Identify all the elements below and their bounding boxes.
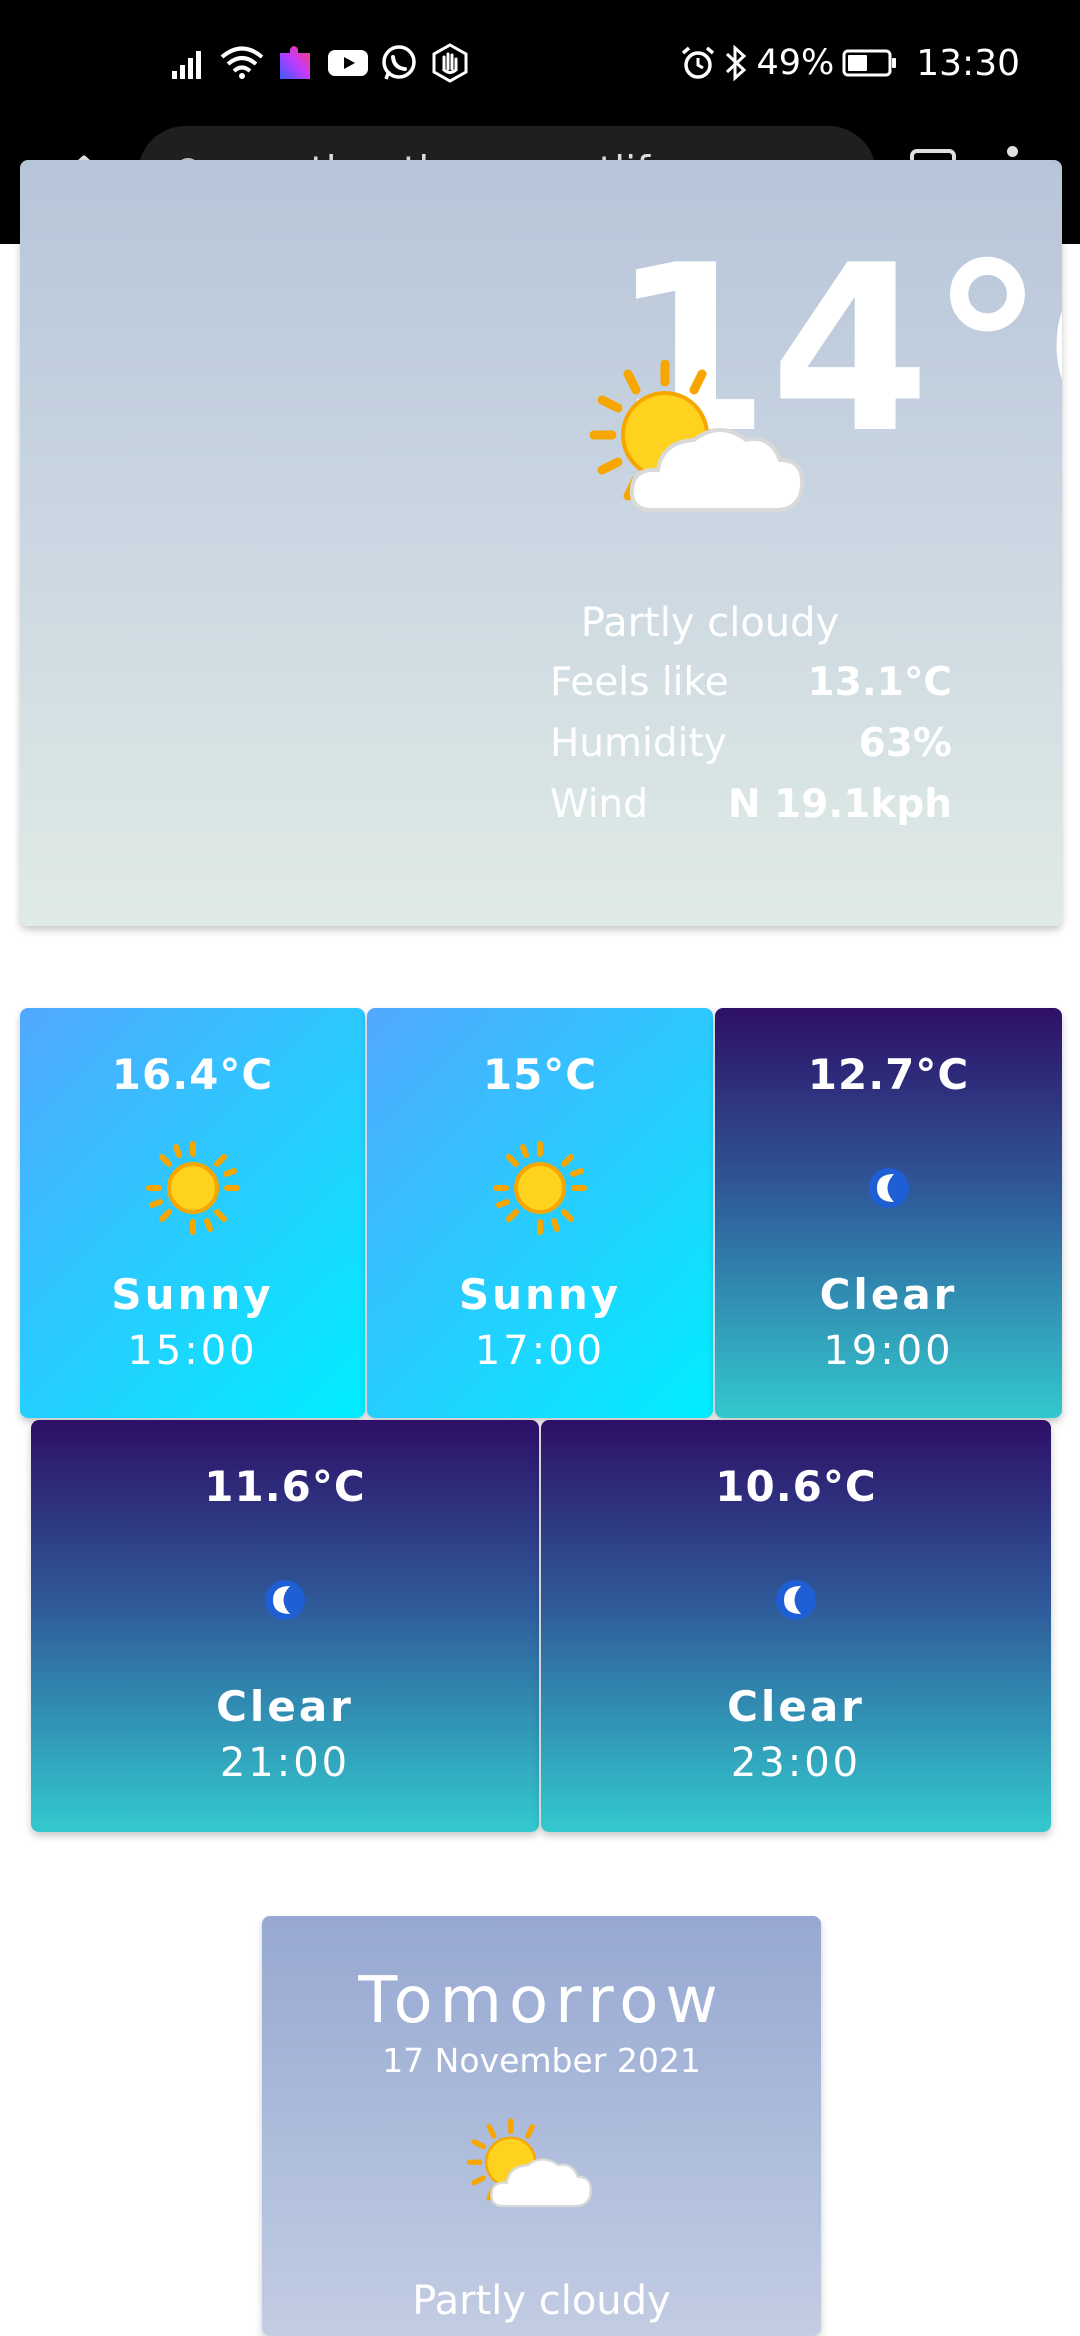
detail-row-wind: Wind N 19.1kph	[550, 782, 952, 838]
tomorrow-date: 17 November 2021	[382, 2041, 701, 2080]
partly-cloudy-icon	[589, 359, 830, 544]
whatsapp-icon	[380, 44, 418, 82]
hand-icon	[430, 43, 470, 83]
detail-label: Feels like	[550, 660, 729, 705]
hourly-condition: Clear	[216, 1682, 354, 1731]
bluetooth-icon	[724, 44, 748, 82]
hourly-temperature: 16.4°C	[111, 1050, 274, 1099]
moon-icon	[746, 1550, 846, 1650]
hourly-card-2100: 11.6°C Clear 21:00	[31, 1420, 539, 1832]
hourly-condition: Sunny	[458, 1270, 622, 1319]
tomorrow-title: Tomorrow	[358, 1964, 725, 2038]
alarm-icon	[680, 45, 716, 81]
hourly-time: 21:00	[219, 1740, 351, 1786]
hourly-time: 17:00	[474, 1328, 606, 1374]
hourly-temperature: 10.6°C	[715, 1462, 877, 1511]
moon-icon	[235, 1550, 335, 1650]
hourly-card-2300: 10.6°C Clear 23:00	[541, 1420, 1051, 1832]
hourly-temperature: 12.7°C	[807, 1050, 970, 1099]
current-condition: Partly cloudy	[580, 600, 840, 646]
battery-icon	[842, 48, 898, 78]
status-bar: 49% 13:30	[0, 0, 1080, 124]
sun-icon	[490, 1138, 590, 1238]
partly-cloudy-icon	[466, 2116, 607, 2230]
hourly-card-1900: 12.7°C Clear 19:00	[715, 1008, 1062, 1418]
status-left-icons	[172, 38, 470, 88]
detail-label: Humidity	[550, 721, 727, 766]
moon-icon	[839, 1138, 939, 1238]
tomorrow-card: Tomorrow 17 November 2021 Partly cloudy	[262, 1916, 821, 2336]
detail-value: 63%	[858, 721, 952, 766]
tomorrow-condition: Partly cloudy	[412, 2278, 671, 2324]
hourly-condition: Clear	[819, 1270, 958, 1319]
detail-row-humidity: Humidity 63%	[550, 721, 952, 777]
current-weather-card: 14°C Partly cloudy Feels like 13.1°C Hum…	[20, 160, 1062, 926]
hourly-card-1700: 15°C Sunny 17:00	[367, 1008, 713, 1418]
hourly-card-1500: 16.4°C Sunny 15:00	[20, 1008, 365, 1418]
sun-icon	[143, 1138, 243, 1238]
hourly-condition: Clear	[727, 1682, 865, 1731]
signal-icon	[172, 47, 208, 79]
youtube-icon	[328, 48, 368, 78]
hourly-condition: Sunny	[111, 1270, 274, 1319]
hourly-temperature: 15°C	[482, 1050, 598, 1099]
wifi-icon	[220, 46, 264, 80]
detail-value: 13.1°C	[807, 660, 952, 705]
app-puzzle-icon	[276, 43, 316, 83]
detail-label: Wind	[550, 782, 649, 827]
battery-percent: 49%	[756, 43, 835, 83]
detail-row-feels-like: Feels like 13.1°C	[550, 660, 952, 716]
hourly-time: 15:00	[127, 1328, 258, 1374]
hourly-time: 19:00	[823, 1328, 954, 1374]
status-right-icons: 49% 13:30	[680, 38, 1020, 88]
hourly-temperature: 11.6°C	[204, 1462, 366, 1511]
menu-dot	[1006, 146, 1018, 157]
detail-value: N 19.1kph	[727, 782, 952, 827]
hourly-time: 23:00	[730, 1740, 862, 1786]
status-time: 13:30	[916, 42, 1020, 84]
